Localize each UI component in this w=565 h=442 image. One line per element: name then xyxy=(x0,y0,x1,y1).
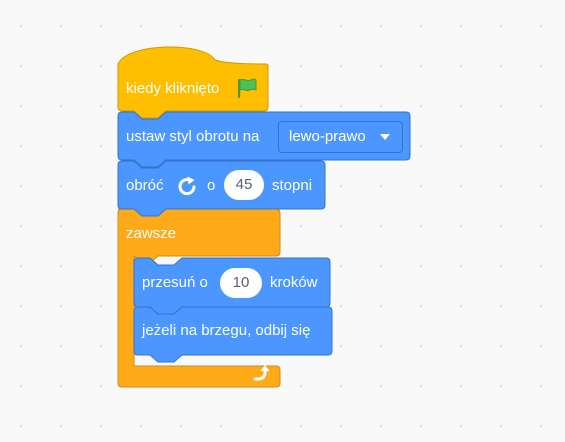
rotate-clockwise-icon xyxy=(178,176,196,196)
forever-label: zawsze xyxy=(126,225,177,242)
degrees-input[interactable]: 45 xyxy=(224,170,264,200)
script-canvas[interactable]: kiedy kliknięto ustaw styl obrotu na lew… xyxy=(0,0,565,442)
when-flag-clicked-label: kiedy kliknięto xyxy=(126,80,220,97)
block-shapes xyxy=(117,46,411,388)
rotation-style-dropdown[interactable]: lewo-prawo xyxy=(278,121,403,153)
steps-input[interactable]: 10 xyxy=(220,268,262,298)
rotation-style-value: lewo-prawo xyxy=(289,128,366,145)
steps-unit-label: kroków xyxy=(270,274,318,291)
set-rotation-style-label: ustaw styl obrotu na xyxy=(126,128,260,145)
bounce-label: jeżeli na brzegu, odbij się xyxy=(142,322,311,339)
turn-by-label: o xyxy=(207,177,216,194)
move-label: przesuń o xyxy=(142,274,208,291)
degrees-unit-label: stopni xyxy=(272,177,313,194)
green-flag-icon xyxy=(238,78,257,98)
loop-arrow-icon xyxy=(253,365,270,381)
chevron-down-icon xyxy=(380,134,390,140)
turn-label: obróć xyxy=(126,177,164,194)
